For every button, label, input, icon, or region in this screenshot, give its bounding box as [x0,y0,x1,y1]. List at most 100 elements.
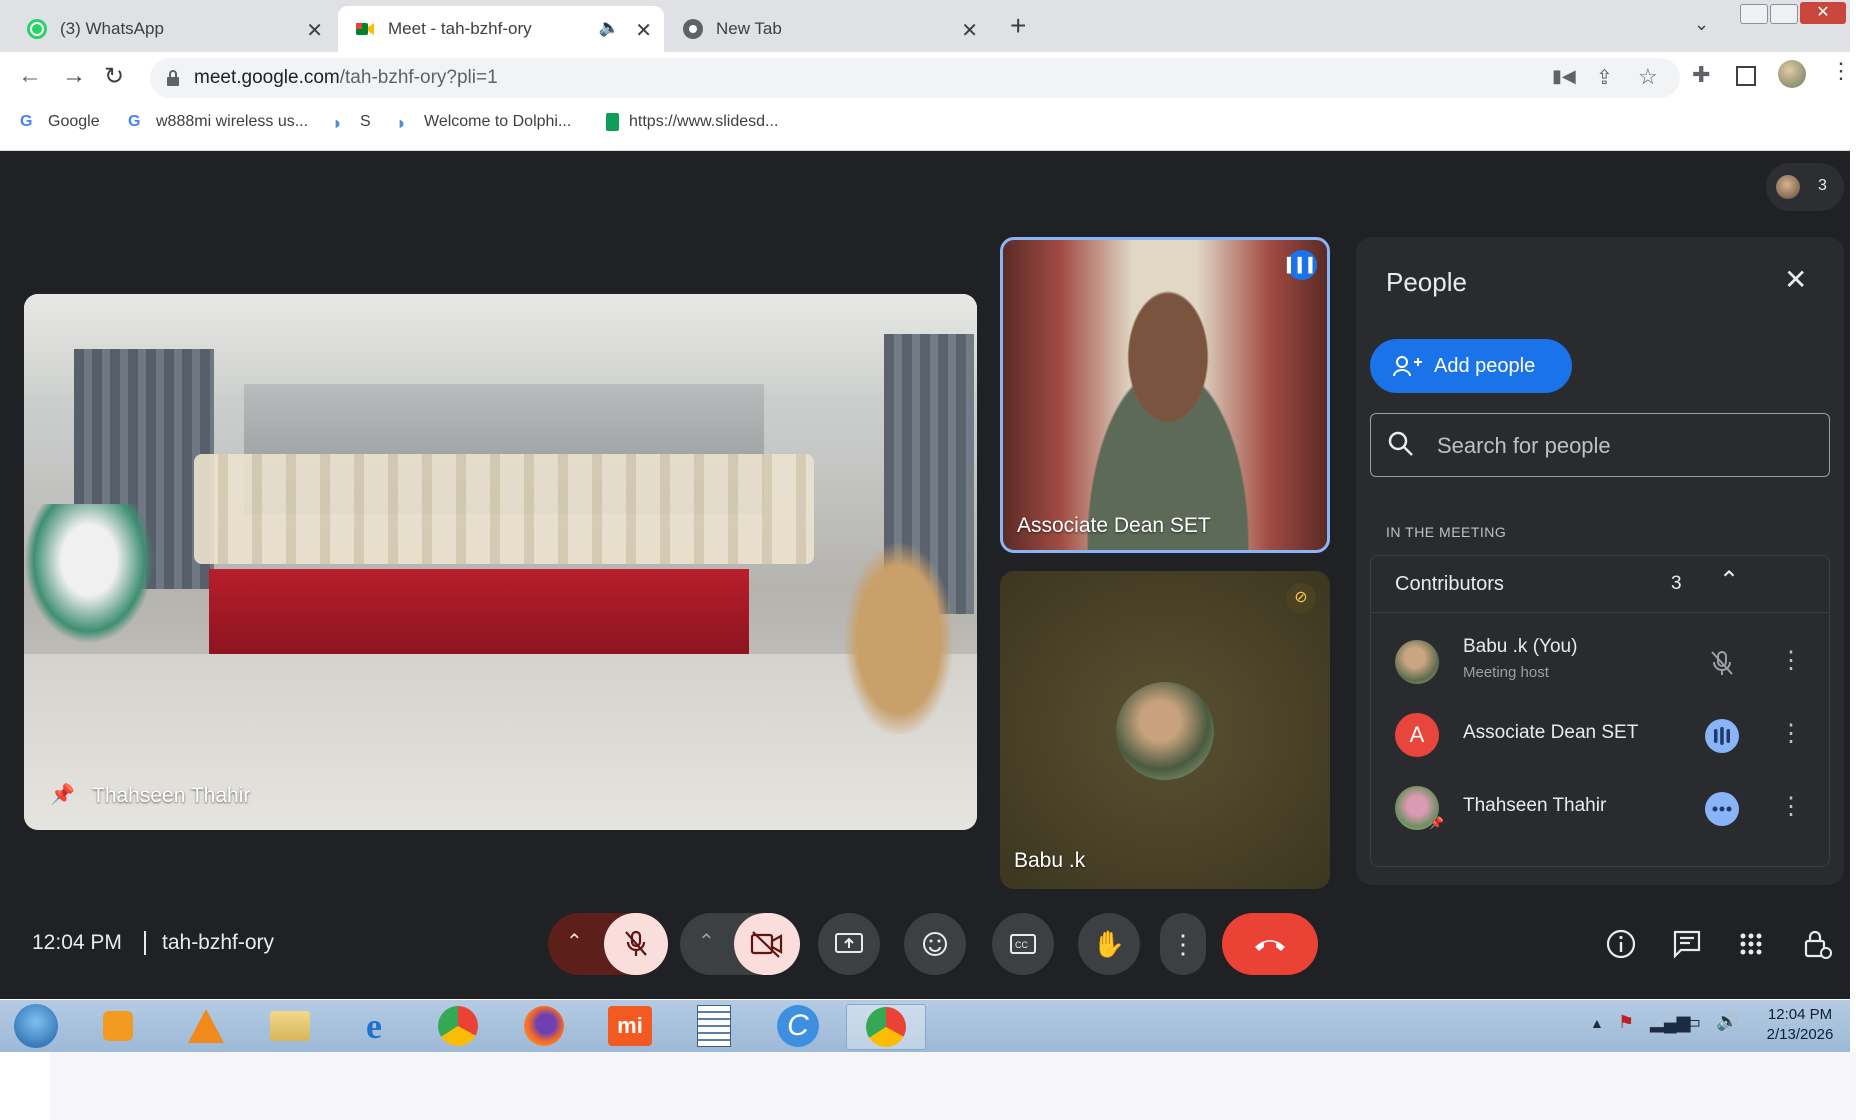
browser-toolbar: ← → ↻ meet.google.com/tah-bzhf-ory?pli=1… [0,52,1852,151]
taskbar-vlc[interactable] [178,1004,234,1048]
taskbar-firefox[interactable] [516,1004,572,1048]
url-host: meet.google.com [194,67,340,88]
present-button[interactable] [818,913,880,975]
camera-toggle-button[interactable] [734,913,800,975]
separator [144,931,146,955]
close-icon[interactable]: ✕ [635,18,652,43]
hang-up-icon [1255,940,1285,951]
menu-icon[interactable]: ⋮ [1830,58,1852,84]
video-tile-speaker[interactable]: ▍▍▍ Associate Dean SET [1000,237,1330,553]
star-icon[interactable]: ☆ [1638,64,1658,90]
raise-hand-button[interactable]: ✋ [1078,913,1140,975]
taskbar-explorer[interactable] [262,1004,318,1048]
tab-meet[interactable]: Meet - tah-bzhf-ory 🔈 ✕ [338,6,664,52]
person-row[interactable]: 📌 Thahseen Thahir ⋮ [1371,770,1829,842]
more-options-icon[interactable]: ⋮ [1779,646,1803,675]
taskbar-document[interactable] [686,1004,742,1048]
taskbar-media-player[interactable] [90,1004,146,1048]
activities-grid-icon[interactable] [1734,927,1768,961]
windows-logo-icon [14,1004,58,1048]
host-controls-lock-icon[interactable] [1800,927,1834,961]
taskbar-chrome-active[interactable] [846,1004,926,1050]
more-options-icon[interactable]: ⋮ [1779,719,1803,748]
close-icon[interactable]: ✕ [306,18,323,43]
add-people-button[interactable]: Add people [1370,339,1572,393]
volume-icon[interactable]: 🔊 [1716,1011,1738,1032]
participant-name: Babu .k [1014,849,1086,872]
avatar-initial: A [1409,722,1425,747]
button-label: Add people [1434,354,1536,377]
extensions-icon[interactable]: ✚ [1692,62,1710,88]
bookmark-dolphin[interactable]: ◗ Welcome to Dolphi... [396,108,571,136]
profile-avatar[interactable] [1778,60,1806,88]
address-bar[interactable]: meet.google.com/tah-bzhf-ory?pli=1 ▮◀ ⇪ … [150,58,1680,98]
person-name: Babu .k (You) [1463,636,1578,657]
restore-icon[interactable] [1770,4,1798,24]
tray-chevron-icon[interactable]: ▲ [1590,1015,1604,1031]
hand-icon: ✋ [1092,928,1126,959]
chat-icon[interactable] [1670,927,1704,961]
pin-icon[interactable]: 📌 [50,782,75,807]
google-icon: G [128,113,141,130]
person-row[interactable]: A Associate Dean SET ⋮ [1371,697,1829,769]
info-icon[interactable] [1604,927,1638,961]
participants-chip[interactable]: 3 [1766,163,1844,211]
action-center-flag-icon[interactable]: ⚑ [1618,1012,1634,1033]
tab-new-tab[interactable]: New Tab ✕ [668,6,990,52]
speaker-icon[interactable]: 🔈 [599,18,620,38]
meet-stage: 3 📌 Thahseen Thahir ▍▍▍ Associate Dean S… [0,151,1850,999]
avatar [1776,175,1800,199]
share-icon[interactable]: ⇪ [1596,65,1613,90]
power-icon[interactable]: ▭ [1684,1012,1701,1033]
forward-icon[interactable]: → [62,62,86,90]
bookmark-s[interactable]: ◗ S [332,108,371,136]
minimize-icon[interactable] [1740,4,1768,24]
meeting-code[interactable]: tah-bzhf-ory [162,931,274,955]
dolphin-icon: ◗ [396,113,407,133]
bookmark-w888mi[interactable]: Gw888mi wireless us... [128,108,308,136]
search-input[interactable] [1435,430,1819,462]
folder-icon [270,1011,310,1041]
start-button[interactable] [8,1004,64,1048]
back-icon[interactable]: ← [18,62,42,90]
leave-call-button[interactable] [1222,913,1318,975]
close-icon[interactable]: ✕ [961,18,978,43]
mic-options-chevron-icon[interactable]: ⌃ [566,929,583,954]
search-field[interactable] [1370,413,1830,477]
reactions-button[interactable] [904,913,966,975]
video-tile-main[interactable]: 📌 Thahseen Thahir [24,294,977,830]
taskbar-mi[interactable]: mi [602,1004,658,1048]
more-options-icon[interactable]: ⋮ [1779,792,1803,821]
mic-toggle-button[interactable] [604,913,668,975]
system-clock[interactable]: 12:04 PM 2/13/2026 [1756,1005,1844,1045]
more-vert-icon: ⋮ [1170,928,1196,959]
chevron-down-icon[interactable]: ⌄ [1694,14,1709,35]
person-row[interactable]: Babu .k (You) Meeting host ⋮ [1371,624,1829,696]
tab-whatsapp[interactable]: (3) WhatsApp ✕ [10,6,335,52]
chevron-up-icon[interactable]: ⌃ [1719,566,1739,595]
speaking-indicator-icon: ▍▍▍ [1287,250,1319,280]
camera-options-chevron-icon[interactable]: ⌃ [698,929,715,954]
bookmark-google[interactable]: G Google [20,108,100,136]
close-icon[interactable]: ✕ [1784,263,1807,296]
more-options-button[interactable]: ⋮ [1160,913,1206,975]
captions-button[interactable]: CC [992,913,1054,975]
camera-off-icon [750,931,783,958]
new-tab-icon[interactable]: + [1010,10,1026,42]
contributors-header[interactable]: Contributors 3 ⌃ [1371,556,1829,613]
mic-off-icon: ⊘ [1286,583,1316,613]
video-tile-self[interactable]: ⊘ Babu .k [1000,571,1330,889]
document-icon [697,1005,731,1047]
side-panel-icon[interactable] [1736,66,1756,86]
participant-name: Thahseen Thahir [92,784,251,807]
camera-icon[interactable]: ▮◀ [1552,66,1576,87]
chrome-icon [438,1006,478,1046]
bookmark-slides[interactable]: https://www.slidesd... [606,108,778,136]
window-close-icon[interactable]: ✕ [1800,2,1846,24]
taskbar-chrome[interactable] [430,1004,486,1048]
reload-icon[interactable]: ↻ [104,62,124,91]
taskbar-ie[interactable]: e [346,1004,402,1048]
captions-icon: CC [1010,934,1036,954]
bookmark-label: S [360,113,371,130]
taskbar-c-app[interactable]: C [770,1004,826,1048]
